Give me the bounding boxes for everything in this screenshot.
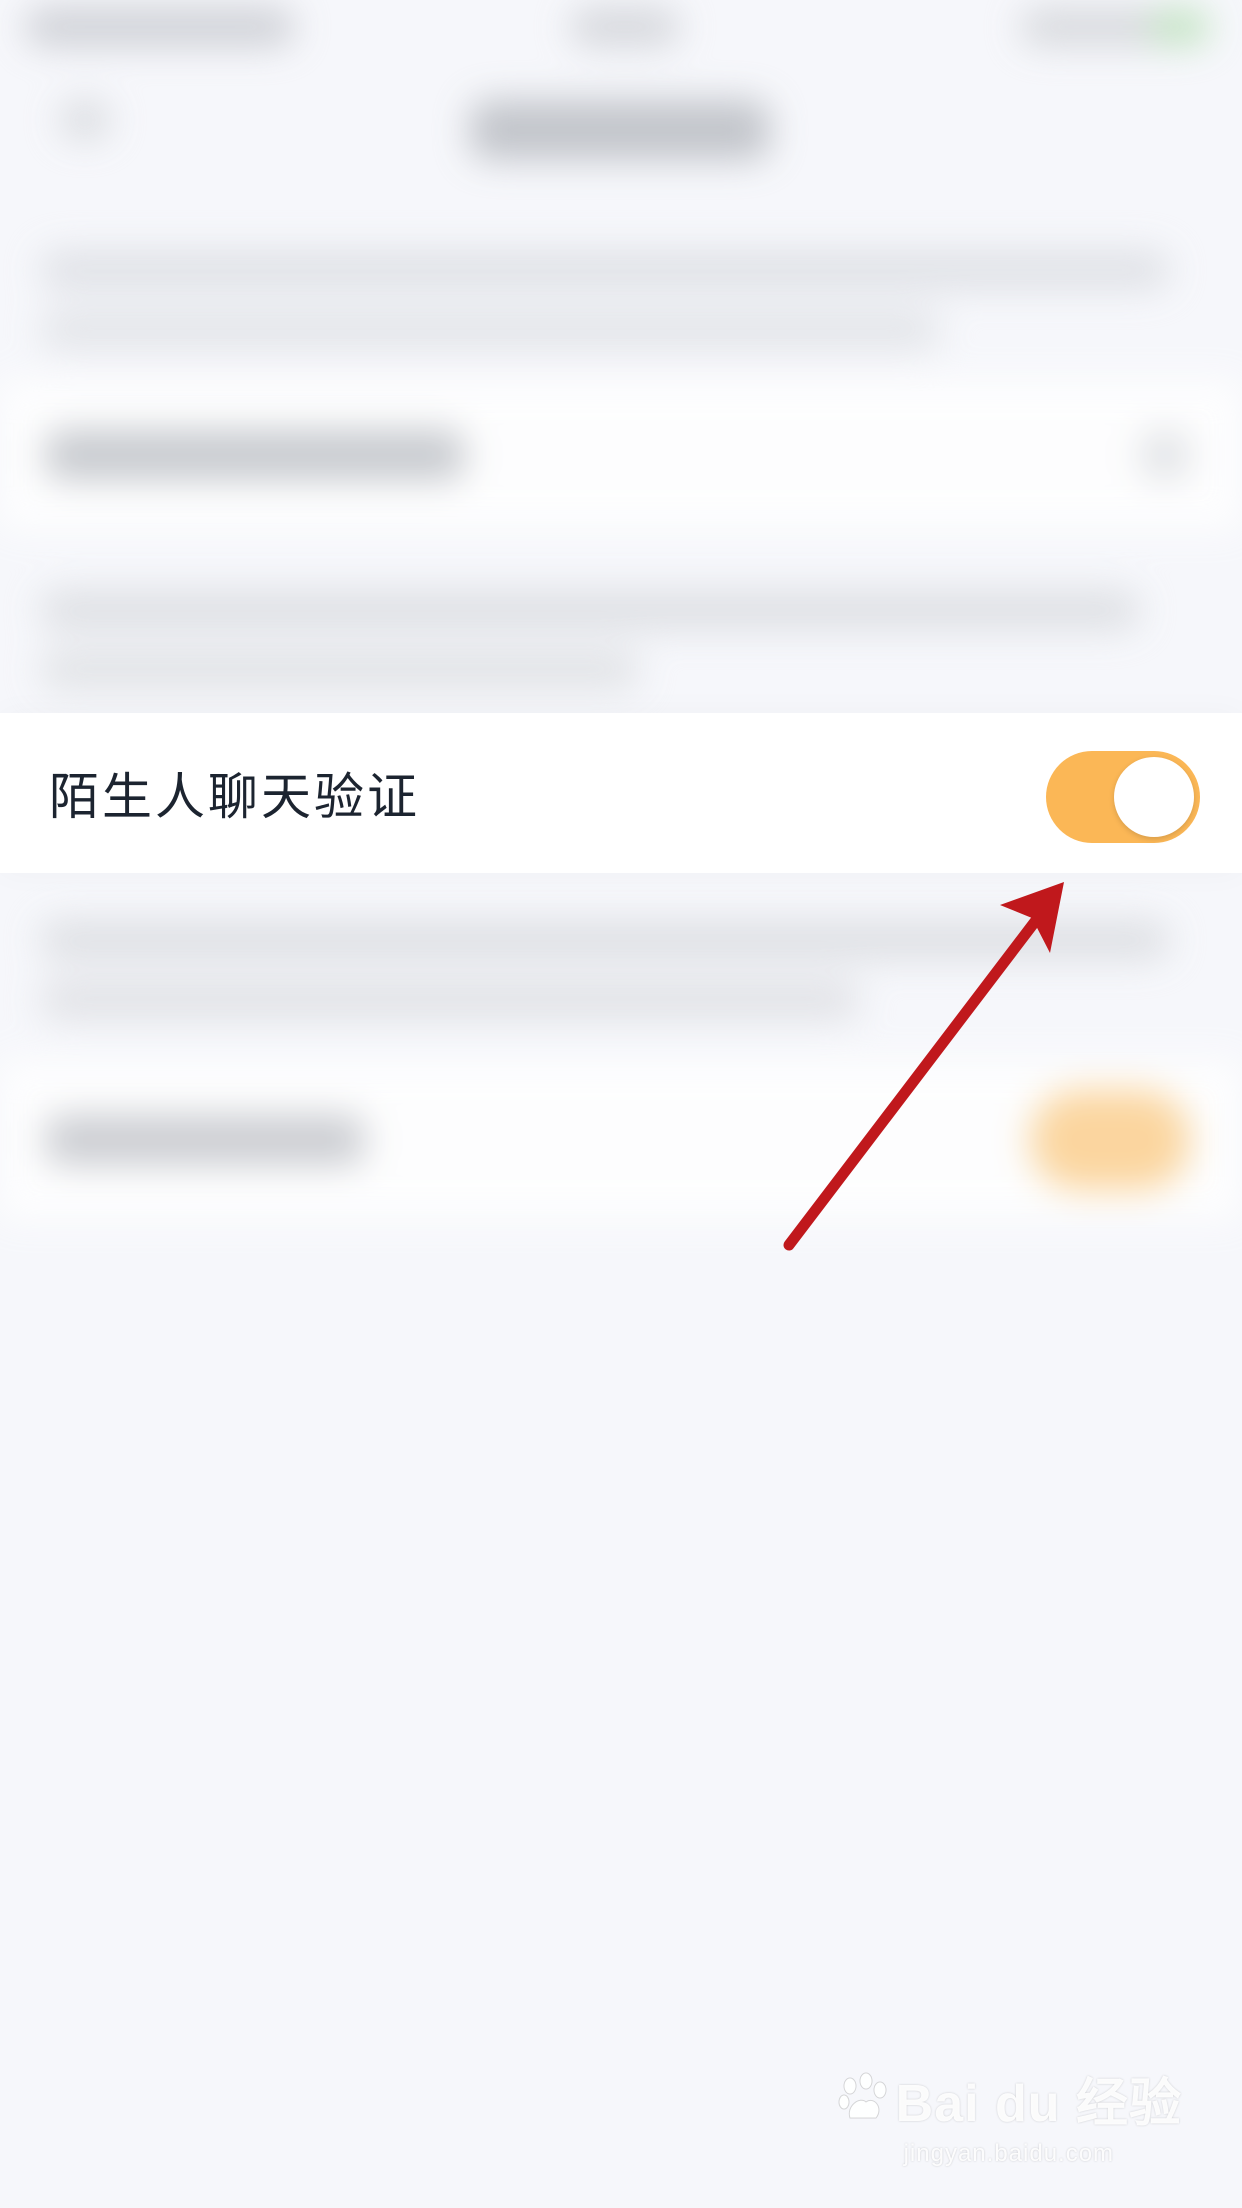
baidu-paw-icon [838, 2072, 887, 2118]
description-text [40, 650, 640, 690]
battery-icon [1150, 10, 1210, 44]
watermark-brand: Bai du 经验 [836, 2061, 1182, 2136]
settings-row-label [45, 430, 465, 480]
chevron-right-icon [1140, 430, 1190, 480]
description-text [40, 590, 1140, 630]
status-bar-time [570, 8, 680, 46]
stranger-chat-verification-label: 陌生人聊天验证 [49, 768, 420, 826]
watermark-brand-text: Bai du 经验 [895, 2075, 1182, 2133]
description-text [40, 980, 860, 1020]
stranger-chat-verification-toggle[interactable] [1046, 751, 1200, 843]
description-text [40, 920, 1170, 960]
watermark-url: jingyan.baidu.com [903, 2140, 1115, 2167]
description-text [40, 250, 1170, 290]
description-text [40, 310, 940, 350]
toggle-knob [1114, 757, 1194, 837]
back-icon [60, 100, 110, 140]
baidu-jingyan-watermark: Bai du 经验 jingyan.baidu.com [836, 2061, 1182, 2168]
stranger-chat-verification-row: 陌生人聊天验证 [0, 713, 1242, 873]
status-bar-left [25, 8, 295, 46]
blurred-background [0, 0, 1242, 2208]
page-title [470, 100, 770, 160]
toggle-switch [1030, 1090, 1190, 1190]
settings-row-label [45, 1115, 365, 1165]
